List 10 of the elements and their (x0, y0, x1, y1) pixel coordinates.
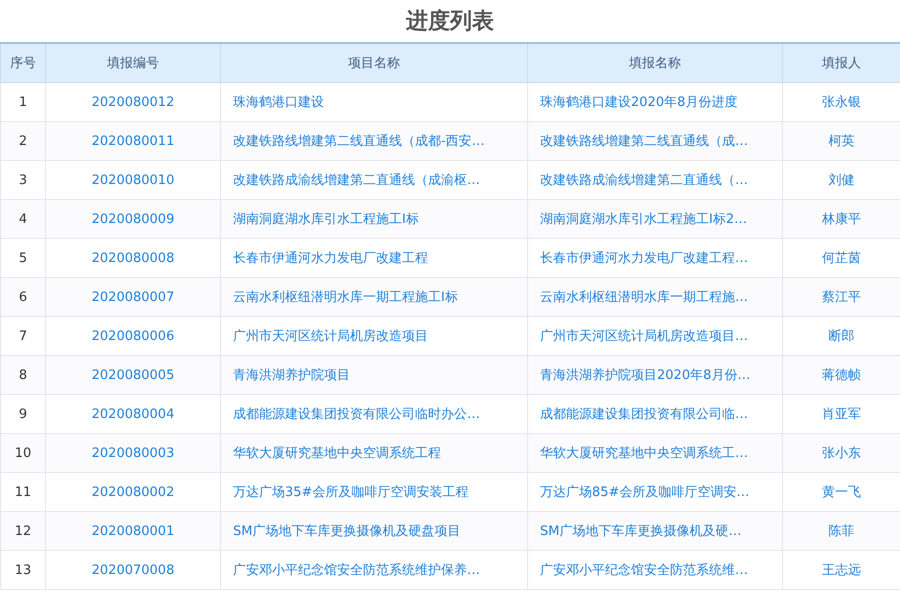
column-header: 填报名称 (528, 43, 782, 82)
table-cell: 广安邓小平纪念馆安全防范系统维护保养… (220, 550, 528, 590)
table-cell: 13 (0, 550, 46, 590)
column-header: 填报编号 (46, 43, 220, 82)
column-header: 项目名称 (220, 43, 528, 82)
table-cell: 2020070008 (46, 550, 220, 590)
column-header: 填报人 (782, 43, 900, 82)
table-cell: 广安邓小平纪念馆安全防范系统维… (528, 550, 782, 590)
page-title: 进度列表 (404, 8, 495, 36)
column-header: 序号 (0, 43, 46, 82)
